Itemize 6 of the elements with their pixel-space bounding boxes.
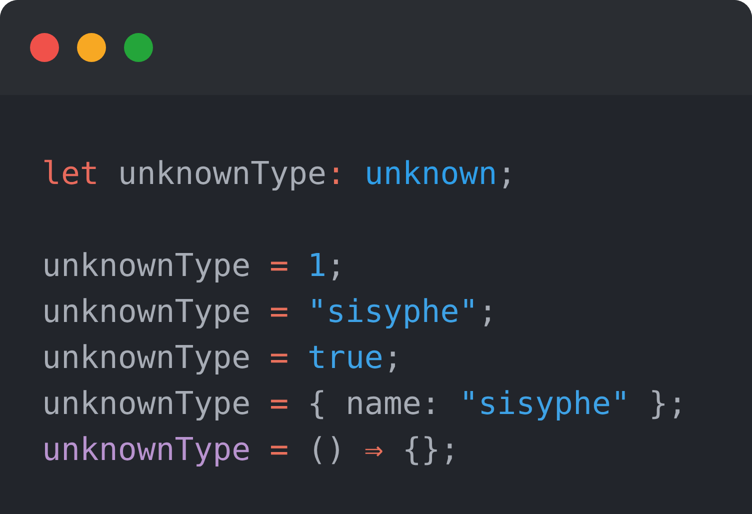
code-line: unknownType = { name: "sisyphe" }; [42,385,687,424]
code-line: unknownType = () ⇒ {}; [42,431,460,470]
code-line: unknownType = "sisyphe"; [42,293,498,332]
code-line: unknownType = true; [42,339,402,378]
code-line: let unknownType: unknown; [42,155,516,194]
code-line: unknownType = 1; [42,247,346,286]
